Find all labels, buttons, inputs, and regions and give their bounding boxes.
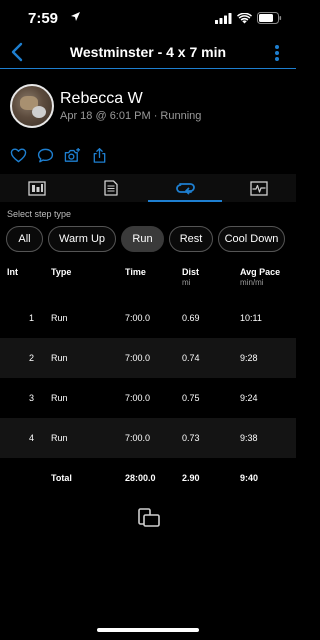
table-header: Int Type Time Dist mi Avg Pace min/mi xyxy=(0,262,296,298)
step-type-filter: All Warm Up Run Rest Cool Down xyxy=(6,226,285,252)
rotate-view-icon[interactable] xyxy=(137,505,161,529)
cell-int: 3 xyxy=(29,393,35,403)
activity-tabs xyxy=(0,174,296,202)
status-time: 7:59 xyxy=(28,10,59,27)
tab-charts[interactable] xyxy=(222,174,296,202)
cell-dist: 0.69 xyxy=(182,313,200,323)
total-label: Total xyxy=(51,473,72,483)
cell-type: Run xyxy=(51,313,68,323)
header-time: Time xyxy=(125,267,146,277)
chip-cool-down[interactable]: Cool Down xyxy=(218,226,285,252)
intervals-table: Int Type Time Dist mi Avg Pace min/mi 1 … xyxy=(0,262,296,498)
user-name[interactable]: Rebecca W xyxy=(60,90,143,108)
cell-int: 4 xyxy=(29,433,35,443)
social-actions xyxy=(10,146,108,164)
heart-icon[interactable] xyxy=(10,147,27,164)
total-pace: 9:40 xyxy=(240,473,259,483)
battery-icon xyxy=(257,12,282,24)
laps-loop-icon xyxy=(175,183,195,195)
total-dist: 2.90 xyxy=(182,473,200,483)
tab-overview[interactable] xyxy=(0,174,74,202)
chip-warm-up[interactable]: Warm Up xyxy=(48,226,116,252)
header-type: Type xyxy=(51,267,72,277)
cellular-signal-icon xyxy=(215,12,232,24)
tab-laps[interactable] xyxy=(148,174,222,202)
table-row: 3 Run 7:00.0 0.75 9:24 xyxy=(0,378,296,418)
header-dist: Dist mi xyxy=(182,267,199,287)
overview-chart-icon xyxy=(28,180,46,196)
comment-icon[interactable] xyxy=(37,147,54,164)
header-int: Int xyxy=(7,267,18,277)
cell-time: 7:00.0 xyxy=(125,313,151,323)
chip-rest[interactable]: Rest xyxy=(169,226,213,252)
chip-run[interactable]: Run xyxy=(121,226,164,252)
table-total-row: Total 28:00.0 2.90 9:40 xyxy=(0,458,296,498)
header-pace-label: Avg Pace xyxy=(240,267,281,277)
cell-type: Run xyxy=(51,353,68,363)
cell-pace: 9:28 xyxy=(240,353,258,363)
status-icons xyxy=(215,12,282,24)
share-icon[interactable] xyxy=(91,147,108,164)
cell-pace: 9:24 xyxy=(240,393,258,403)
status-bar: 7:59 xyxy=(0,0,296,38)
nav-divider xyxy=(0,68,296,69)
cell-type: Run xyxy=(51,433,68,443)
cell-dist: 0.73 xyxy=(182,433,200,443)
header-pace: Avg Pace min/mi xyxy=(240,267,280,287)
page-title: Westminster - 4 x 7 min xyxy=(69,44,227,60)
activity-meta: Apr 18 @ 6:01 PM · Running xyxy=(60,110,202,122)
cell-pace: 10:11 xyxy=(240,313,262,323)
heart-rate-chart-icon xyxy=(250,180,268,196)
cell-int: 2 xyxy=(29,353,35,363)
total-time: 28:00.0 xyxy=(125,473,156,483)
cell-dist: 0.75 xyxy=(182,393,200,403)
cell-pace: 9:38 xyxy=(240,433,258,443)
header-dist-unit: mi xyxy=(182,278,191,287)
tab-stats[interactable] xyxy=(74,174,148,202)
add-photo-icon[interactable] xyxy=(64,147,81,164)
wifi-icon xyxy=(237,12,252,23)
avatar[interactable] xyxy=(10,84,54,128)
table-row: 4 Run 7:00.0 0.73 9:38 xyxy=(0,418,296,458)
header-dist-label: Dist xyxy=(182,267,200,277)
nav-bar: Westminster - 4 x 7 min xyxy=(0,38,296,68)
chip-all[interactable]: All xyxy=(6,226,43,252)
document-icon xyxy=(104,180,118,196)
table-row: 2 Run 7:00.0 0.74 9:28 xyxy=(0,338,296,378)
cell-time: 7:00.0 xyxy=(125,393,151,403)
cell-dist: 0.74 xyxy=(182,353,200,363)
activity-owner[interactable]: Rebecca W Apr 18 @ 6:01 PM · Running xyxy=(10,84,290,130)
cell-int: 1 xyxy=(29,313,35,323)
cell-time: 7:00.0 xyxy=(125,433,151,443)
location-arrow-icon xyxy=(71,12,80,21)
step-type-label: Select step type xyxy=(7,209,72,219)
cell-type: Run xyxy=(51,393,68,403)
home-indicator[interactable] xyxy=(97,628,199,632)
table-row: 1 Run 7:00.0 0.69 10:11 xyxy=(0,298,296,338)
header-pace-unit: min/mi xyxy=(240,278,264,287)
more-options-icon[interactable] xyxy=(274,44,280,62)
cell-time: 7:00.0 xyxy=(125,353,151,363)
